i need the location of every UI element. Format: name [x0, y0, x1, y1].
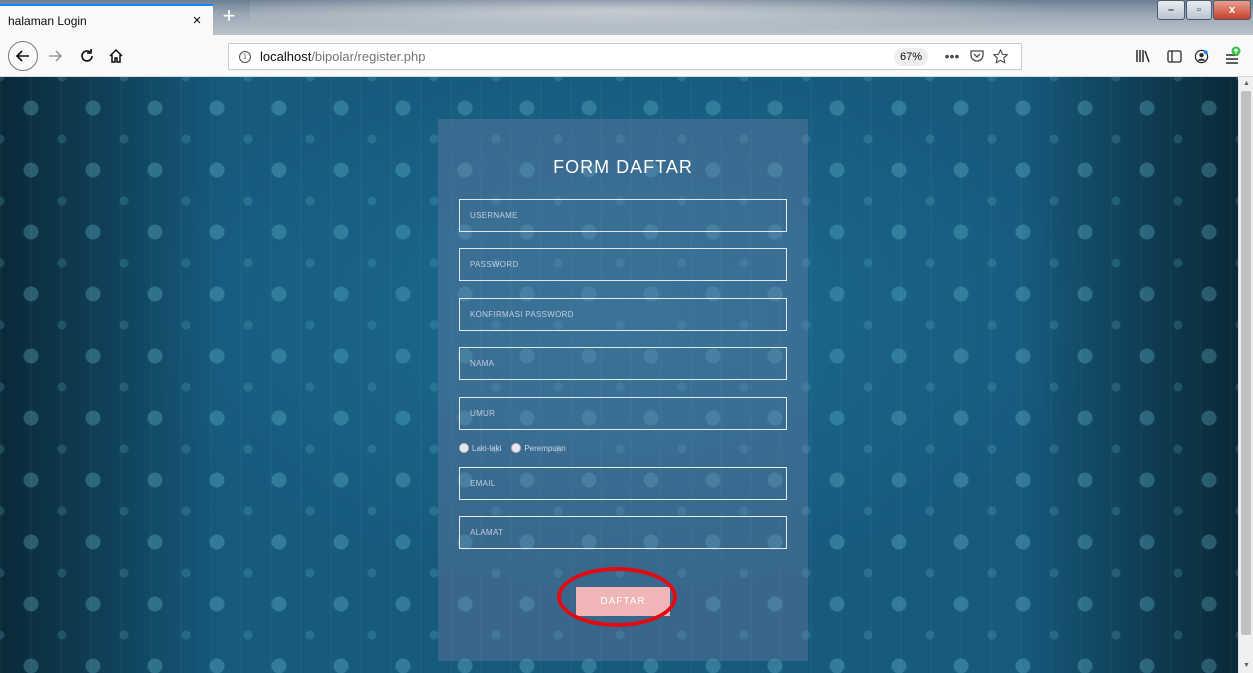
minimize-button[interactable]: –: [1157, 0, 1185, 20]
confirm-password-input[interactable]: KONFIRMASI PASSWORD: [459, 298, 787, 331]
home-icon: [109, 48, 123, 63]
menu-update-icon[interactable]: [1222, 45, 1244, 67]
red-highlight-ring: [557, 567, 677, 627]
url-path: /bipolar/register.php: [311, 49, 426, 64]
back-button[interactable]: [8, 41, 38, 71]
reload-button[interactable]: [73, 42, 101, 70]
account-icon[interactable]: [1190, 45, 1212, 67]
browser-tab[interactable]: halaman Login ×: [0, 4, 213, 35]
scroll-thumb[interactable]: [1241, 91, 1251, 635]
tab-close-icon[interactable]: ×: [189, 12, 205, 29]
home-button[interactable]: [102, 42, 130, 70]
age-input[interactable]: UMUR: [459, 397, 787, 430]
close-window-button[interactable]: x: [1213, 0, 1251, 20]
gender-radio-male[interactable]: [459, 443, 469, 453]
reload-icon: [81, 49, 93, 62]
info-icon[interactable]: i: [239, 50, 251, 63]
address-input[interactable]: ALAMAT: [459, 516, 787, 549]
page-actions-button[interactable]: •••: [942, 46, 962, 66]
library-icon[interactable]: [1132, 45, 1154, 67]
url-host: localhost: [260, 49, 312, 64]
gender-radio-group: Laki-laki Perempuan: [459, 441, 576, 455]
back-arrow-icon: [15, 50, 29, 62]
zoom-level-badge[interactable]: 67%: [894, 48, 929, 66]
address-bar[interactable]: i localhost/bipolar/register.php 67% •••: [228, 43, 1022, 70]
navigation-toolbar: i localhost/bipolar/register.php 67% •••: [0, 35, 1253, 77]
vertical-scrollbar[interactable]: ▲ ▼: [1238, 77, 1253, 673]
scroll-down-arrow-icon[interactable]: ▼: [1239, 659, 1253, 673]
email-input[interactable]: EMAIL: [459, 467, 787, 500]
tab-title: halaman Login: [8, 13, 87, 28]
name-input[interactable]: NAMA: [459, 347, 787, 380]
gender-label-female: Perempuan: [524, 443, 566, 453]
forward-arrow-icon: [49, 50, 63, 62]
scroll-up-arrow-icon[interactable]: ▲: [1239, 77, 1253, 91]
page-background: FORM DAFTAR USERNAME PASSWORD KONFIRMASI…: [0, 77, 1238, 673]
star-icon[interactable]: [990, 46, 1010, 66]
pocket-icon[interactable]: [967, 46, 987, 66]
password-input[interactable]: PASSWORD: [459, 248, 787, 281]
maximize-button[interactable]: ▫: [1186, 0, 1212, 20]
sidebar-icon[interactable]: [1163, 45, 1185, 67]
window-titlebar: halaman Login × + – ▫ x: [0, 0, 1253, 35]
titlebar-background: [250, 0, 1150, 35]
form-title: FORM DAFTAR: [553, 157, 693, 177]
gender-radio-female[interactable]: [511, 443, 522, 453]
username-input[interactable]: USERNAME: [459, 199, 787, 232]
gender-label-male: Laki-laki: [472, 443, 502, 453]
forward-button[interactable]: [41, 42, 69, 70]
new-tab-button[interactable]: +: [218, 5, 240, 28]
